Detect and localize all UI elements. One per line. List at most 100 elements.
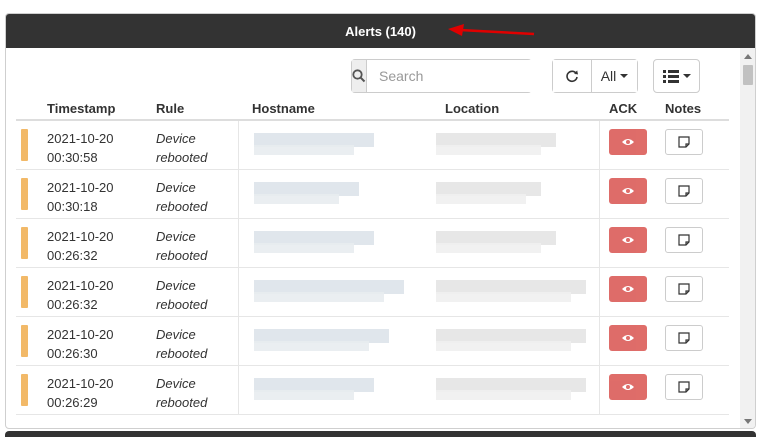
rule-cell: Device rebooted [156, 227, 207, 265]
column-header-rule[interactable]: Rule [156, 101, 184, 116]
location-redacted [436, 341, 571, 351]
note-icon [678, 332, 690, 344]
severity-indicator [21, 325, 28, 357]
cell-divider [599, 170, 600, 218]
column-header-hostname[interactable]: Hostname [252, 101, 315, 116]
table-row[interactable]: 2021-10-20 00:26:32 Device rebooted [16, 268, 729, 317]
rule-cell: Device rebooted [156, 276, 207, 314]
timestamp-time: 00:26:32 [47, 297, 98, 312]
table-row[interactable]: 2021-10-20 00:30:58 Device rebooted [16, 121, 729, 170]
acknowledge-button[interactable] [609, 178, 647, 204]
timestamp-time: 00:30:58 [47, 150, 98, 165]
hostname-redacted [254, 341, 369, 351]
severity-indicator [21, 227, 28, 259]
alerts-scroll-area[interactable]: All Timestamp Rule Hostname Location ACK [6, 48, 739, 428]
table-row[interactable]: 2021-10-20 00:30:18 Device rebooted [16, 170, 729, 219]
acknowledge-button[interactable] [609, 129, 647, 155]
cell-divider [599, 121, 600, 169]
scroll-down-icon[interactable] [744, 419, 752, 424]
refresh-button[interactable] [553, 60, 591, 92]
table-header: Timestamp Rule Hostname Location ACK Not… [16, 99, 729, 121]
timestamp-cell: 2021-10-20 00:30:18 [47, 178, 114, 216]
cell-divider [238, 170, 239, 218]
filter-dropdown[interactable]: All [591, 60, 637, 92]
vertical-scrollbar[interactable] [740, 48, 755, 428]
timestamp-time: 00:26:32 [47, 248, 98, 263]
location-redacted [436, 145, 541, 155]
refresh-icon [566, 70, 578, 83]
acknowledge-button[interactable] [609, 276, 647, 302]
cell-divider [599, 366, 600, 414]
rule-cell: Device rebooted [156, 374, 207, 412]
eye-icon [622, 384, 634, 390]
timestamp-time: 00:30:18 [47, 199, 98, 214]
table-row[interactable]: 2021-10-20 00:26:32 Device rebooted [16, 219, 729, 268]
hostname-redacted [254, 292, 384, 302]
caret-down-icon [620, 74, 629, 78]
rule-line2: rebooted [156, 199, 208, 214]
notes-button[interactable] [665, 129, 703, 155]
rule-line1: Device [156, 229, 196, 244]
alerts-table: Timestamp Rule Hostname Location ACK Not… [16, 99, 729, 415]
timestamp-date: 2021-10-20 [47, 131, 114, 146]
timestamp-cell: 2021-10-20 00:30:58 [47, 129, 114, 167]
filter-label: All [600, 68, 617, 84]
cell-divider [599, 268, 600, 316]
eye-icon [622, 335, 634, 341]
next-panel-header [5, 431, 756, 437]
rule-cell: Device rebooted [156, 129, 207, 167]
rule-cell: Device rebooted [156, 325, 207, 363]
acknowledge-button[interactable] [609, 325, 647, 351]
eye-icon [622, 286, 634, 292]
acknowledge-button[interactable] [609, 227, 647, 253]
eye-icon [622, 237, 634, 243]
rule-cell: Device rebooted [156, 178, 207, 216]
cell-divider [599, 219, 600, 267]
note-icon [678, 185, 690, 197]
table-row[interactable]: 2021-10-20 00:26:29 Device rebooted [16, 366, 729, 415]
acknowledge-button[interactable] [609, 374, 647, 400]
rule-line1: Device [156, 131, 196, 146]
cell-divider [238, 121, 239, 169]
table-toolbar: All [6, 59, 739, 93]
notes-button[interactable] [665, 227, 703, 253]
panel-title: Alerts (140) [345, 23, 416, 39]
scroll-up-icon[interactable] [744, 54, 752, 59]
note-icon [678, 283, 690, 295]
column-header-timestamp[interactable]: Timestamp [47, 101, 115, 116]
column-selector-button[interactable] [653, 59, 700, 93]
rule-line2: rebooted [156, 297, 208, 312]
hostname-redacted [254, 194, 339, 204]
timestamp-time: 00:26:30 [47, 346, 98, 361]
column-header-notes: Notes [665, 101, 702, 116]
alerts-panel: Alerts (140) All [5, 13, 756, 429]
timestamp-time: 00:26:29 [47, 395, 98, 410]
hostname-redacted [254, 243, 354, 253]
notes-button[interactable] [665, 178, 703, 204]
severity-indicator [21, 374, 28, 406]
cell-divider [238, 219, 239, 267]
rule-line2: rebooted [156, 395, 208, 410]
search-input[interactable] [367, 60, 560, 92]
search-icon [352, 60, 367, 92]
location-redacted [436, 292, 571, 302]
timestamp-date: 2021-10-20 [47, 278, 114, 293]
severity-indicator [21, 276, 28, 308]
notes-button[interactable] [665, 374, 703, 400]
table-row[interactable]: 2021-10-20 00:26:30 Device rebooted [16, 317, 729, 366]
notes-button[interactable] [665, 276, 703, 302]
note-icon [678, 381, 690, 393]
rule-line1: Device [156, 180, 196, 195]
cell-divider [238, 317, 239, 365]
timestamp-date: 2021-10-20 [47, 376, 114, 391]
timestamp-date: 2021-10-20 [47, 180, 114, 195]
cell-divider [599, 317, 600, 365]
rule-line2: rebooted [156, 346, 208, 361]
rule-line1: Device [156, 376, 196, 391]
notes-button[interactable] [665, 325, 703, 351]
eye-icon [622, 188, 634, 194]
search-group [351, 59, 560, 93]
note-icon [678, 136, 690, 148]
scrollbar-thumb[interactable] [743, 65, 753, 85]
column-header-location[interactable]: Location [445, 101, 499, 116]
